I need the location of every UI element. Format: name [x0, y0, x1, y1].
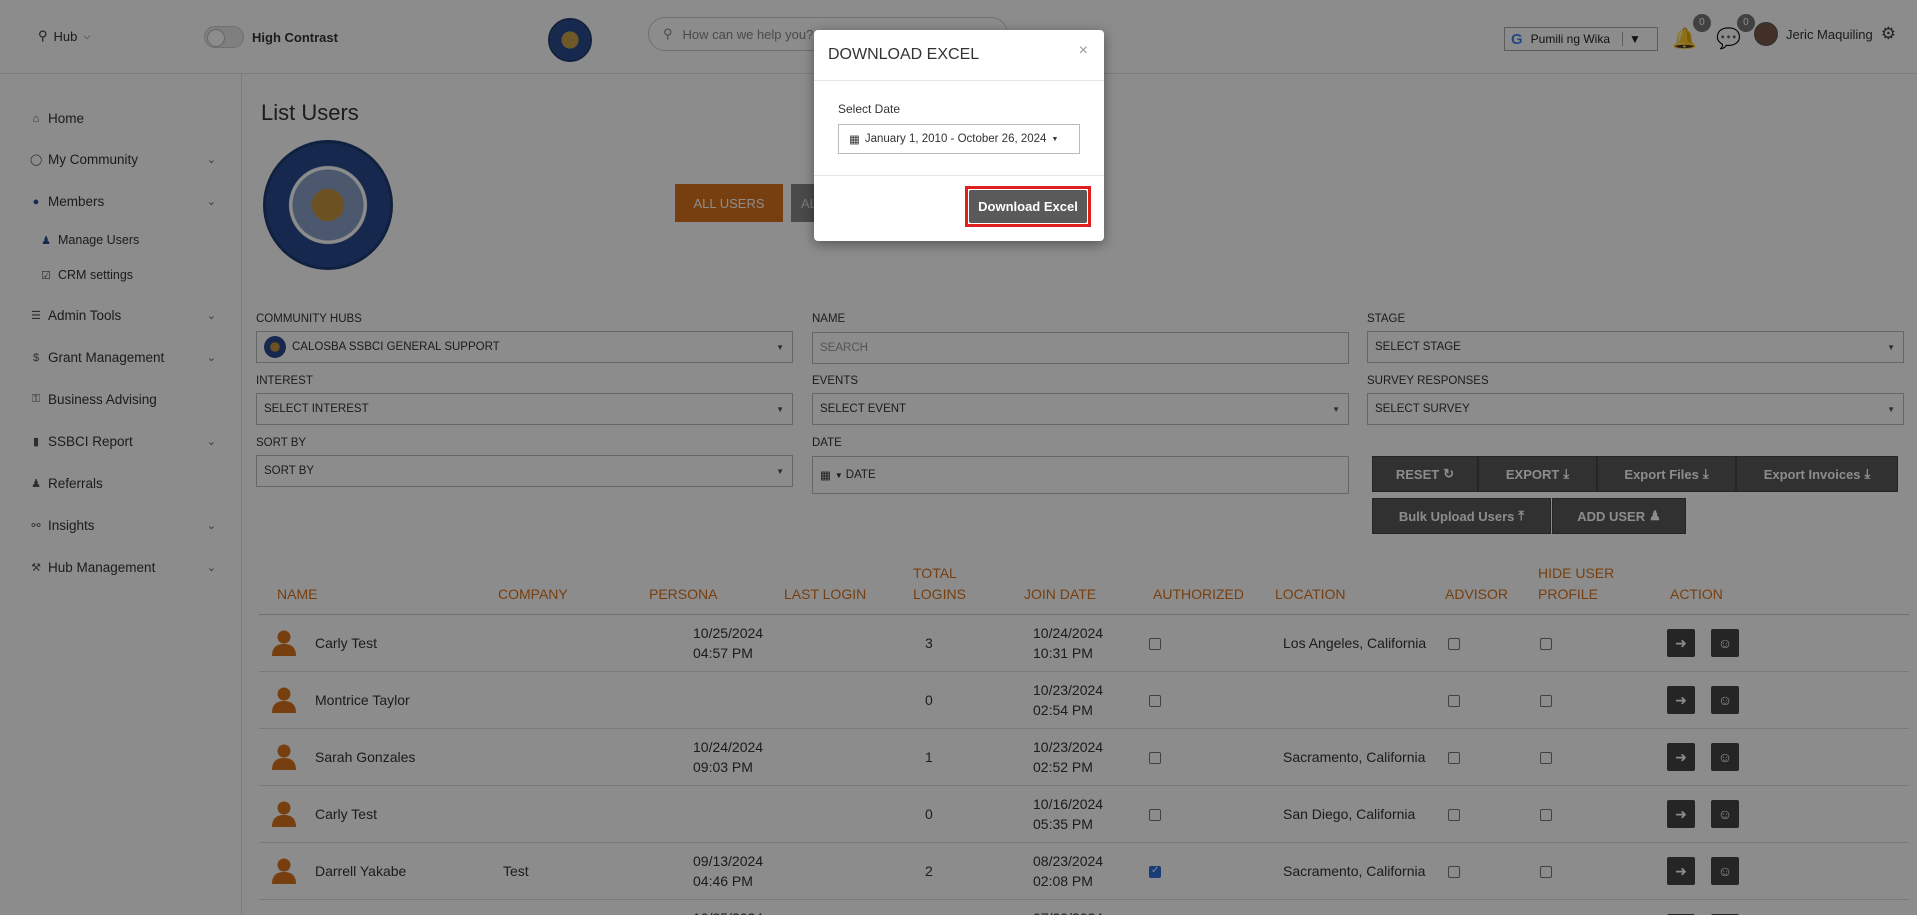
- date-range-value: January 1, 2010 - October 26, 2024: [864, 133, 1047, 145]
- modal-title: DOWNLOAD EXCEL: [828, 46, 980, 63]
- calendar-icon: ▦: [849, 134, 860, 146]
- download-excel-button[interactable]: Download Excel: [969, 190, 1087, 223]
- modal-header-divider: [814, 80, 1104, 81]
- modal-footer-divider: [814, 175, 1104, 176]
- caret-down-icon: ▼: [1051, 135, 1059, 143]
- select-date-label: Select Date: [838, 102, 901, 116]
- date-range-picker[interactable]: ▦ January 1, 2010 - October 26, 2024 ▼: [838, 124, 1080, 154]
- download-excel-modal: DOWNLOAD EXCEL × Select Date ▦ January 1…: [814, 30, 1104, 241]
- close-icon[interactable]: ×: [1079, 42, 1088, 60]
